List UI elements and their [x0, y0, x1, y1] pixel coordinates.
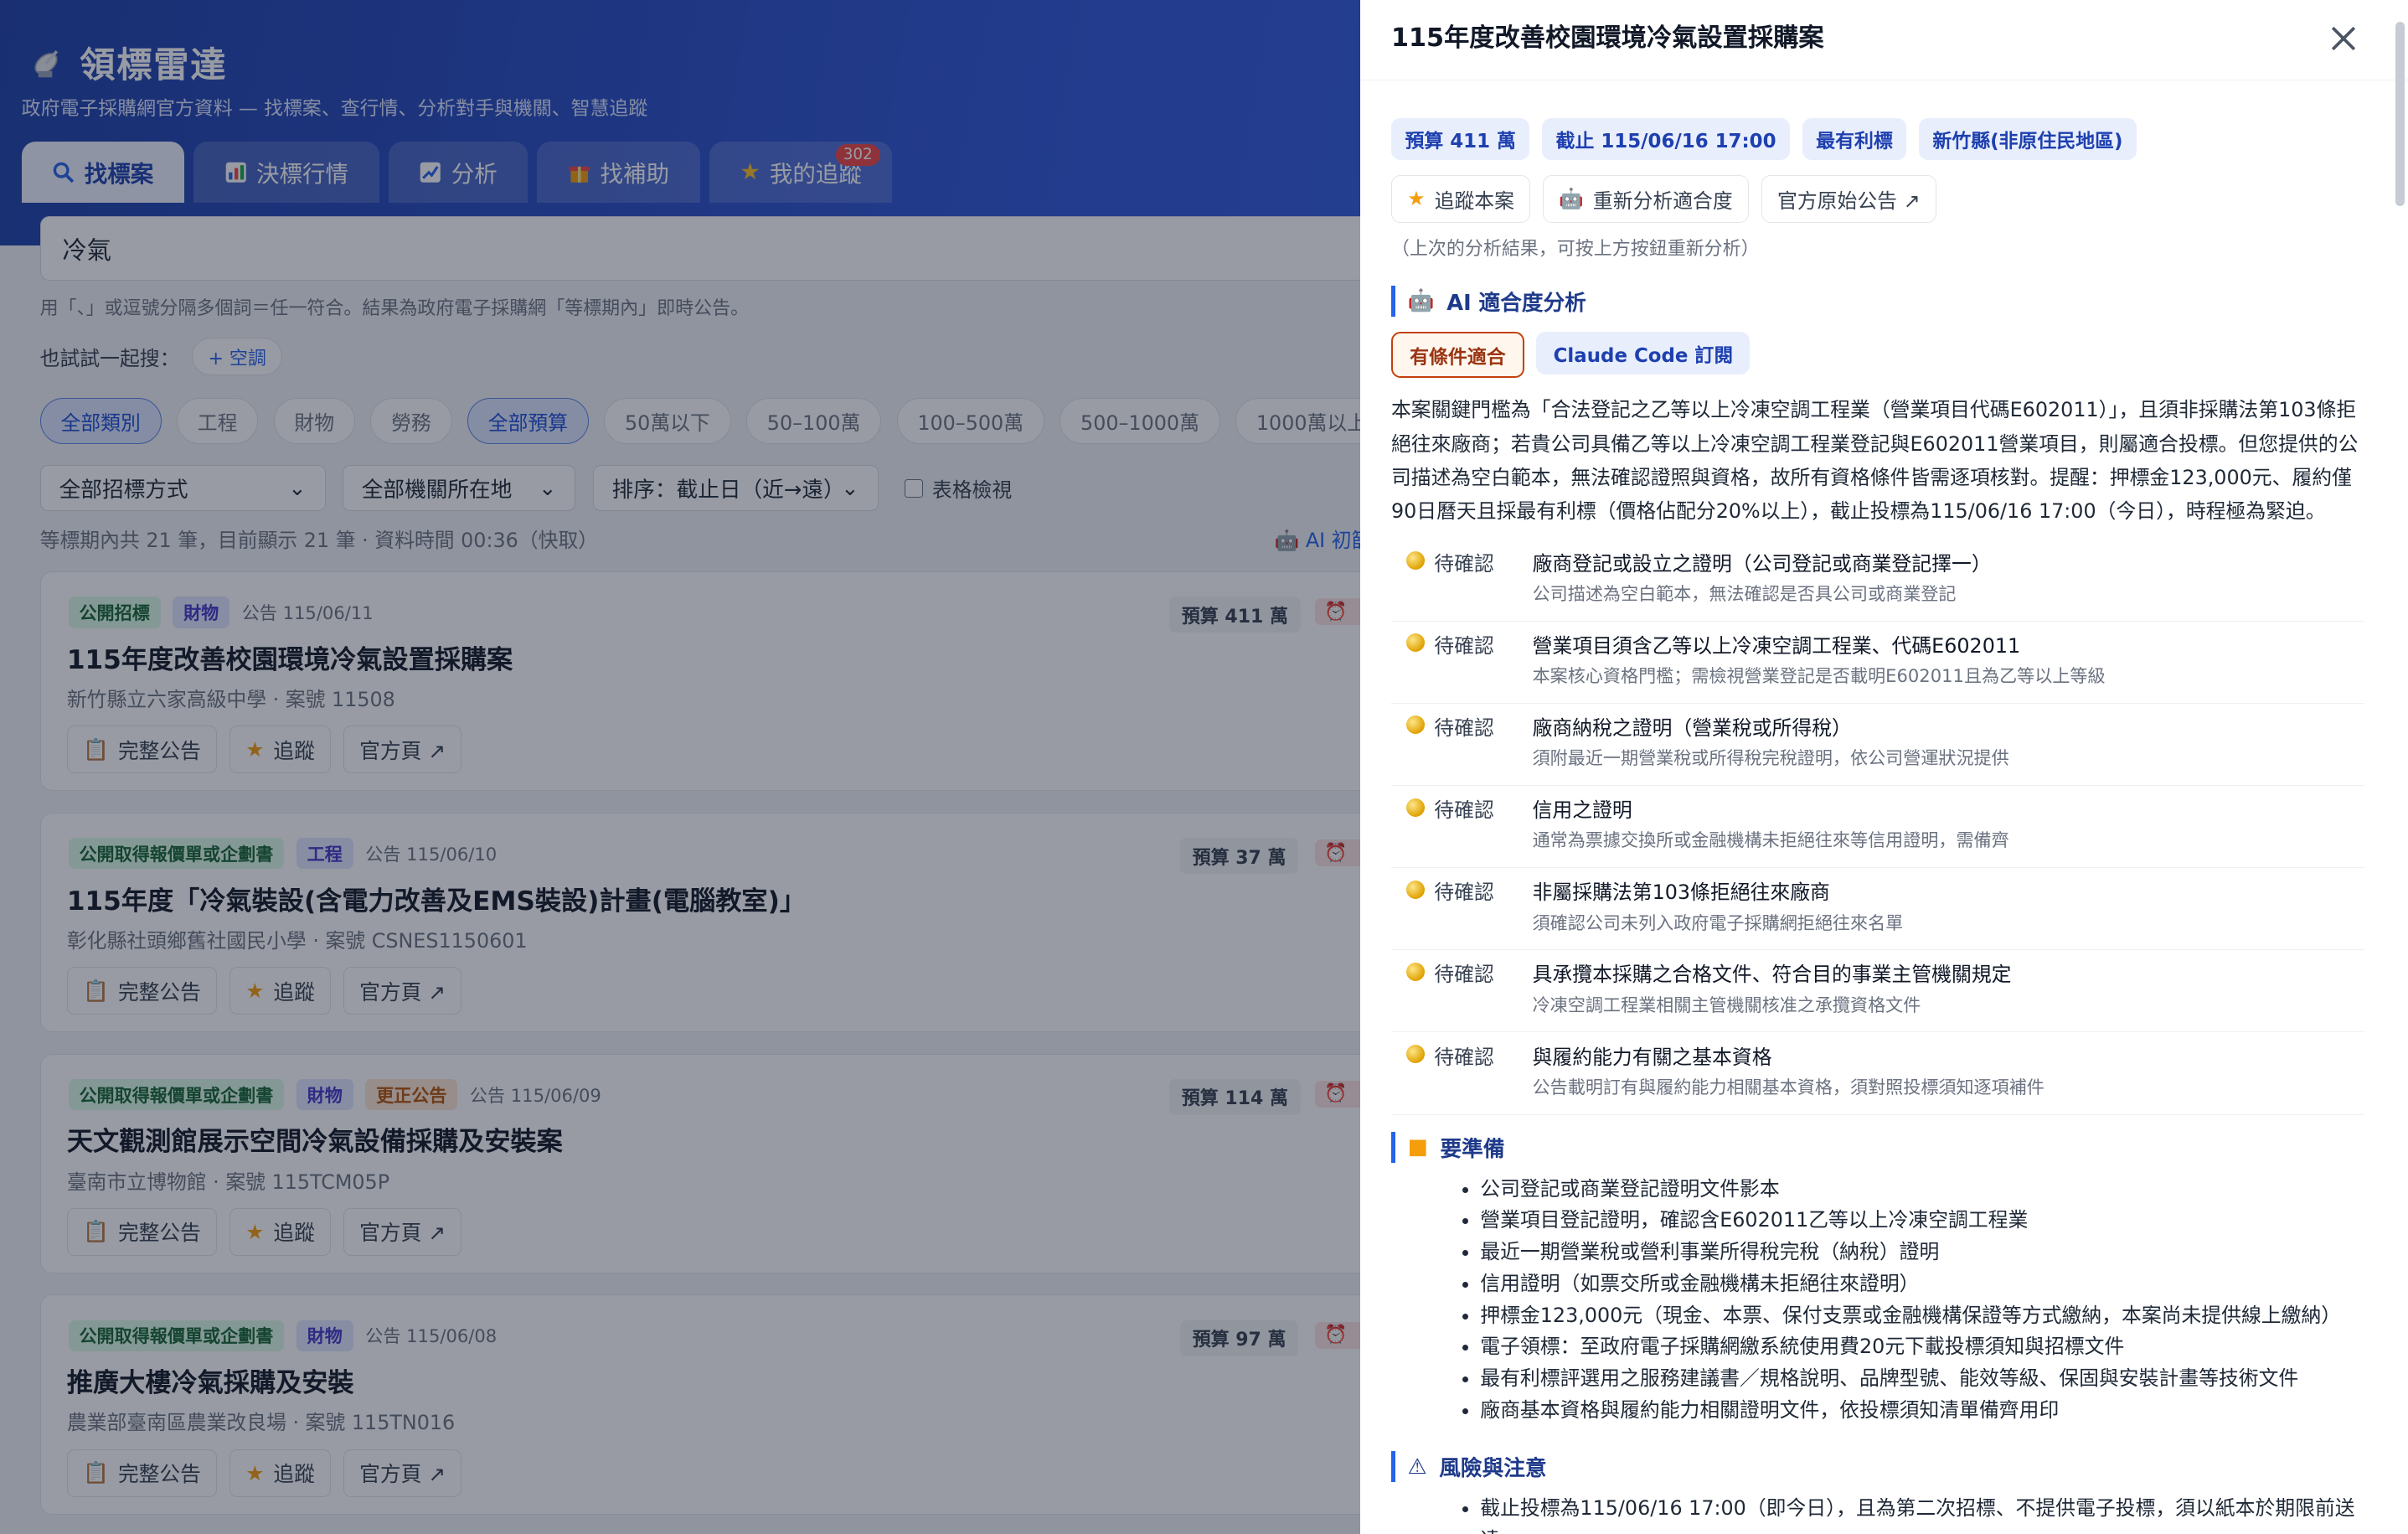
requirement-item: 待確認 非屬採購法第103條拒絕往來廠商 須確認公司未列入政府電子採購網拒絕往來名單 — [1390, 868, 2365, 951]
track-tender-button[interactable]: ★ 追蹤本案 — [1390, 174, 1531, 223]
prep-item: 最近一期營業稅或營利事業所得稅完稅（納稅）證明 — [1480, 1237, 2374, 1268]
prep-item: 廠商基本資格與履約能力相關證明文件，依投標須知清單備齊用印 — [1480, 1395, 2374, 1427]
prep-item: 信用證明（如票交所或金融機構未拒絕往來證明） — [1480, 1268, 2374, 1300]
region-chip: 新竹縣(非原住民地區) — [1918, 118, 2137, 160]
requirement-item: 待確認 與履約能力有關之基本資格 公告載明訂有與履約能力相關基本資格，須對照投標須知… — [1390, 1032, 2365, 1115]
risk-list: 截止投標為115/06/16 17:00（即今日），且為第二次招標、不提供電子投… — [1391, 1493, 2374, 1534]
warning-icon: ⚠ — [1407, 1454, 1427, 1480]
pending-dot-icon — [1406, 633, 1426, 653]
robot-icon: 🤖 — [1559, 187, 1584, 211]
risk-heading: ⚠ 風險與注意 — [1390, 1451, 1547, 1483]
budget-chip: 預算 411 萬 — [1390, 118, 1530, 160]
pending-dot-icon — [1406, 715, 1426, 735]
drawer-actions: ★ 追蹤本案 🤖 重新分析適合度 官方原始公告 ↗ — [1390, 174, 1936, 223]
tender-detail-drawer: 115年度改善校園環境冷氣設置採購案 預算 411 萬 截止 115/06/16… — [1360, 0, 2408, 1534]
award-method-chip: 最有利標 — [1802, 118, 1907, 160]
prep-item: 營業項目登記證明，確認含E602011乙等以上冷凍空調工程業 — [1480, 1205, 2374, 1237]
pending-dot-icon — [1406, 551, 1426, 571]
drawer-info-chips: 預算 411 萬 截止 115/06/16 17:00 最有利標 新竹縣(非原住… — [1390, 118, 2137, 160]
verdict-row: 有條件適合 Claude Code 訂閱 — [1390, 331, 1751, 379]
pending-dot-icon — [1406, 880, 1426, 899]
prep-item: 電子領標：至政府電子採購網繳系統使用費20元下載投標須知與招標文件 — [1480, 1331, 2374, 1363]
reanalyze-button[interactable]: 🤖 重新分析適合度 — [1542, 174, 1750, 223]
robot-icon: 🤖 — [1407, 288, 1435, 314]
ai-analysis-heading: 🤖 AI 適合度分析 — [1390, 285, 1586, 317]
analysis-summary: 本案關鍵門檻為「合法登記之乙等以上冷凍空調工程業（營業項目代碼E602011）」… — [1390, 398, 2359, 524]
risk-item: 截止投標為115/06/16 17:00（即今日），且為第二次招標、不提供電子投… — [1480, 1493, 2374, 1534]
prep-item: 押標金123,000元（現金、本票、保付支票或金融機構保證等方式繳納，本案尚未提… — [1480, 1300, 2374, 1332]
requirement-item: 待確認 信用之證明 通常為票據交換所或金融機構未拒絕往來等信用證明，需備齊 — [1390, 786, 2365, 869]
verdict-badge: 有條件適合 — [1390, 331, 1524, 379]
deadline-chip: 截止 115/06/16 17:00 — [1542, 118, 1791, 160]
requirements-list: 待確認 廠商登記或設立之證明（公司登記或商業登記擇一） 公司描述為空白範本，無法確認… — [1390, 539, 2365, 1115]
close-icon[interactable] — [2325, 20, 2362, 57]
drawer-scrollbar[interactable] — [2395, 21, 2405, 206]
drawer-header: 115年度改善校園環境冷氣設置採購案 — [1360, 0, 2408, 81]
pending-dot-icon — [1406, 962, 1426, 981]
requirement-item: 待確認 營業項目須含乙等以上冷凍空調工程業、代碼E602011 本案核心資格門檻；需… — [1390, 622, 2365, 704]
prep-list: 公司登記或商業登記證明文件影本 營業項目登記證明，確認含E602011乙等以上冷… — [1391, 1174, 2374, 1427]
pending-dot-icon — [1406, 798, 1426, 817]
requirement-item: 待確認 廠商納稅之證明（營業稅或所得稅） 須附最近一期營業稅或所得稅完稅證明，依公司… — [1390, 704, 2365, 786]
star-icon: ★ — [1407, 187, 1426, 211]
model-badge: Claude Code 訂閱 — [1536, 331, 1751, 375]
drawer-title: 115年度改善校園環境冷氣設置採購案 — [1390, 23, 1824, 54]
requirement-item: 待確認 廠商登記或設立之證明（公司登記或商業登記擇一） 公司描述為空白範本，無法確認… — [1390, 539, 2365, 622]
folder-icon: ■ — [1407, 1134, 1428, 1160]
prep-item: 最有利標評選用之服務建議書／規格說明、品牌型號、能效等級、保固與安裝計畫等技術文… — [1480, 1363, 2374, 1395]
prep-heading: ■ 要準備 — [1390, 1132, 1504, 1163]
pending-dot-icon — [1406, 1045, 1426, 1064]
prep-item: 公司登記或商業登記證明文件影本 — [1480, 1174, 2374, 1206]
official-notice-button[interactable]: 官方原始公告 ↗ — [1761, 174, 1936, 223]
analysis-note: （上次的分析結果，可按上方按鈕重新分析） — [1390, 238, 1760, 260]
requirement-item: 待確認 具承攬本採購之合格文件、符合目的事業主管機關規定 冷凍空調工程業相關主管機關… — [1390, 950, 2365, 1033]
